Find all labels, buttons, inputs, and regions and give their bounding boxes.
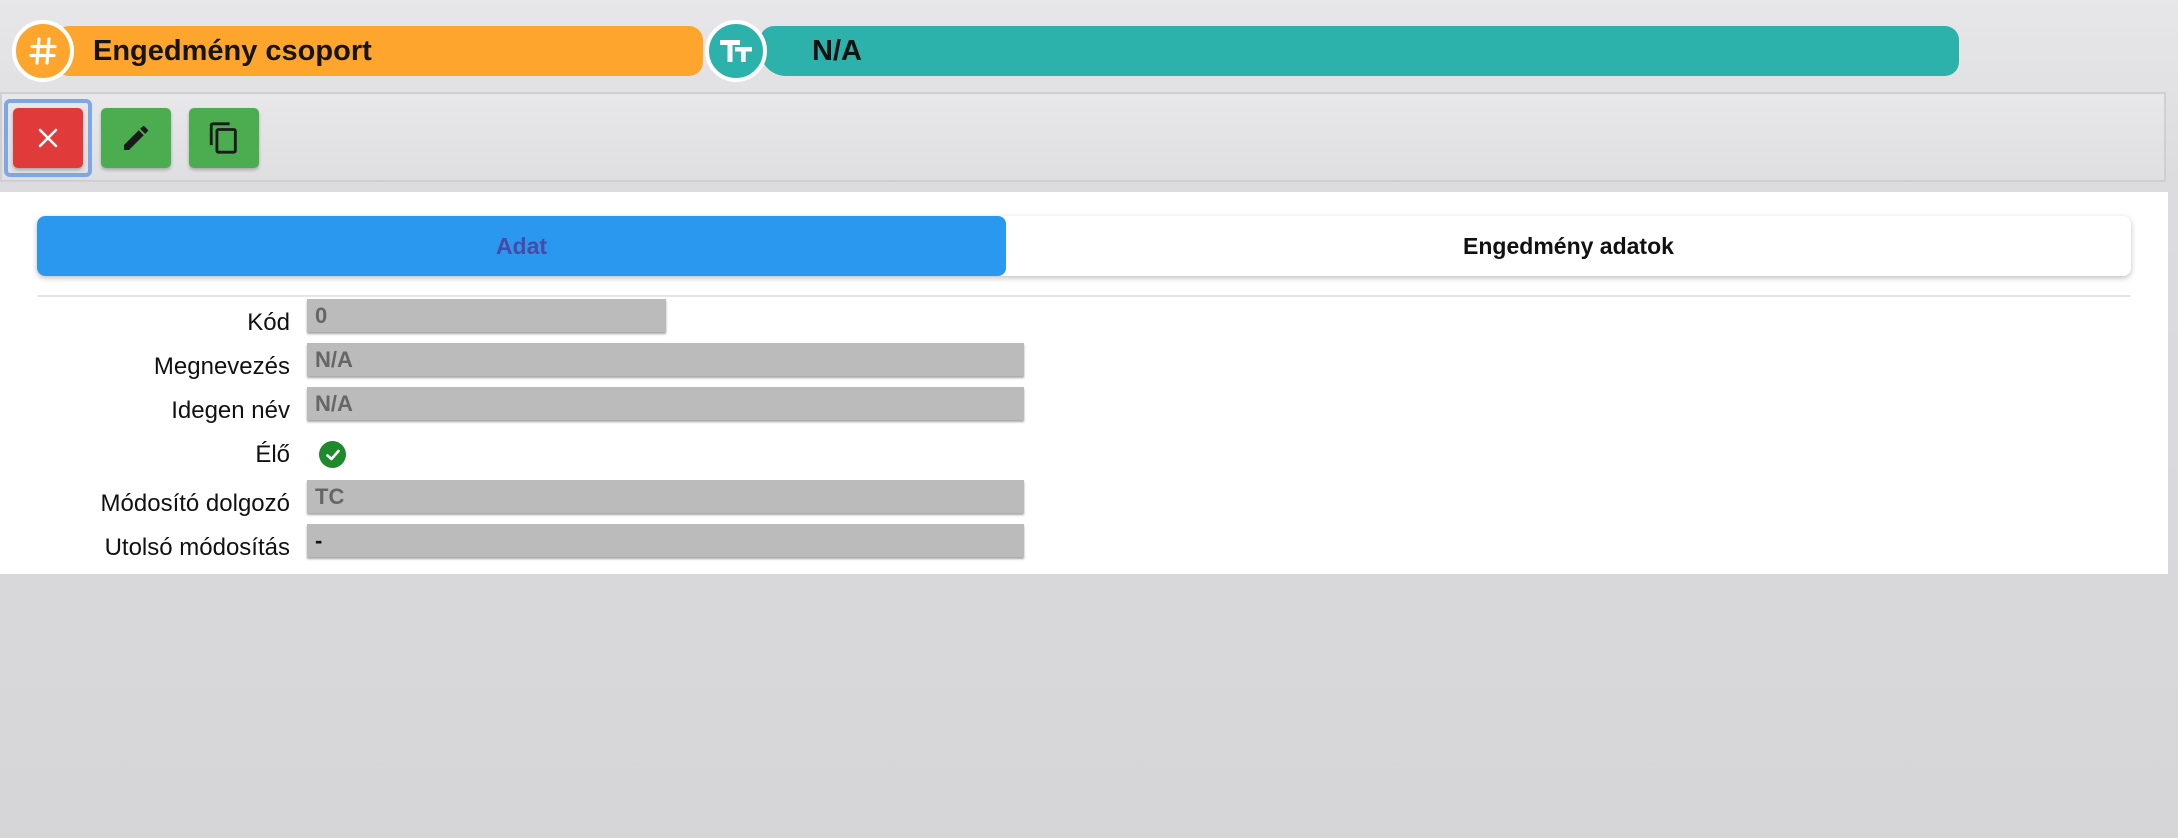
modosito-label: Módosító dolgozó: [100, 490, 290, 517]
elo-label: Élő: [255, 441, 290, 468]
toolbar: [0, 92, 2166, 182]
record-name-pill: N/A: [760, 26, 1959, 76]
utolso-field[interactable]: -: [307, 524, 1024, 557]
idegen-nev-field[interactable]: N/A: [307, 387, 1024, 420]
tab-adat-label: Adat: [495, 232, 548, 259]
elo-checkmark-icon[interactable]: [319, 441, 346, 468]
tab-divider: [37, 295, 2131, 297]
copy-button[interactable]: [189, 108, 259, 168]
tab-bar: Adat Engedmény adatok: [37, 216, 2131, 276]
idegen-nev-label: Idegen név: [171, 397, 290, 424]
copy-icon: [209, 122, 237, 154]
kod-label: Kód: [247, 309, 290, 336]
megnevezes-field[interactable]: N/A: [307, 343, 1024, 376]
close-icon: [38, 128, 58, 148]
utolso-label: Utolsó módosítás: [104, 534, 290, 561]
text-type-icon: [705, 20, 767, 82]
edit-button[interactable]: [101, 108, 171, 168]
tab-engedmeny-adatok[interactable]: Engedmény adatok: [1006, 216, 2131, 276]
hash-icon: [12, 20, 74, 82]
kod-field[interactable]: 0: [307, 299, 666, 332]
record-name-value: N/A: [812, 34, 862, 67]
tab-adat[interactable]: Adat: [37, 216, 1006, 276]
record-type-pill: Engedmény csoport: [57, 26, 703, 76]
modosito-field[interactable]: TC: [307, 480, 1024, 513]
record-type-title: Engedmény csoport: [93, 34, 372, 67]
pencil-icon: [124, 125, 149, 150]
tab-engedmeny-adatok-label: Engedmény adatok: [1463, 232, 1674, 259]
close-button[interactable]: [13, 108, 83, 168]
megnevezes-label: Megnevezés: [153, 353, 290, 380]
